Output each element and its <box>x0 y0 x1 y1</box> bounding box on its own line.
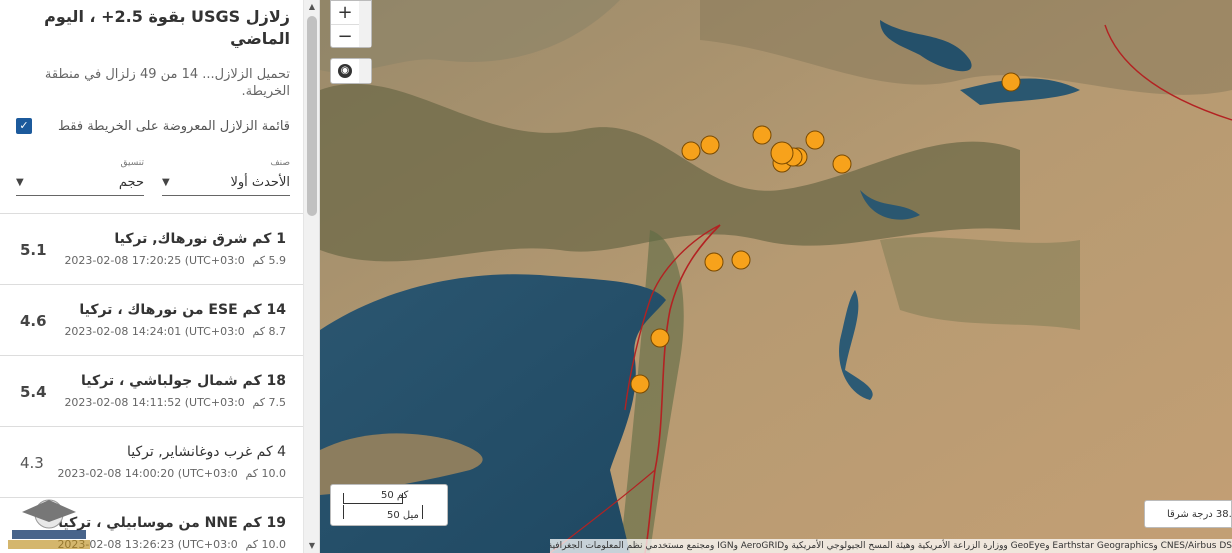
eq-depth: 10.0 كم <box>245 538 286 551</box>
eq-magnitude: 5.1 <box>20 241 47 259</box>
globe-icon: ◉ <box>338 64 352 78</box>
zoom-in-button[interactable]: + <box>331 1 359 25</box>
sidebar-content: زلازل USGS بقوة 2.5+ ، اليوم الماضي تحمي… <box>0 0 304 553</box>
scale-mi-label: 50 ميل <box>387 510 419 521</box>
eq-meta: 7.5 كم 2023-02-08 14:11:52 (UTC+03:00) <box>64 396 286 409</box>
list-item[interactable]: 4 كم غرب دوغانشاير, تركيا 10.0 كم 2023-0… <box>0 427 304 498</box>
list-item[interactable]: 1 كم شرق نورهاك, تركيا 5.9 كم 2023-02-08… <box>0 214 304 285</box>
eq-place: 4 كم غرب دوغانشاير, تركيا <box>126 444 286 460</box>
earthquake-marker[interactable] <box>805 130 825 150</box>
earthquake-marker[interactable] <box>700 135 720 155</box>
page-title: زلازل USGS بقوة 2.5+ ، اليوم الماضي <box>44 7 290 48</box>
list-item[interactable]: 18 كم شمال جولباشي ، تركيا 7.5 كم 2023-0… <box>0 356 304 427</box>
basemap-button[interactable]: ◉ <box>330 58 372 84</box>
map-attribution: CNES/Airbus DS وEarthstar Geographics وG… <box>550 539 1232 553</box>
eq-place: 14 كم ESE من نورهاك ، تركيا <box>79 302 286 318</box>
scroll-thumb[interactable] <box>307 16 317 216</box>
eq-meta: 10.0 كم 2023-02-08 14:00:20 (UTC+03:00) <box>57 467 286 480</box>
format-select[interactable]: حجم ▼ <box>16 170 144 196</box>
eq-time: 2023-02-08 14:00:20 (UTC+03:00) <box>57 467 238 480</box>
scale-bar: 50 كم 50 ميل <box>330 484 448 526</box>
eq-time: 2023-02-08 17:20:25 (UTC+03:00) <box>64 254 245 267</box>
earthquake-marker[interactable] <box>704 252 724 272</box>
scroll-up-icon[interactable]: ▲ <box>304 0 319 14</box>
sidebar-header: زلازل USGS بقوة 2.5+ ، اليوم الماضي تحمي… <box>0 0 304 196</box>
sidebar: زلازل USGS بقوة 2.5+ ، اليوم الماضي تحمي… <box>0 0 320 553</box>
map-view[interactable]: + − ◉ 50 كم 50 ميل 38.9° درجة شرقا CNES/… <box>320 0 1232 553</box>
eq-magnitude: 4.3 <box>20 454 44 472</box>
scale-km-bar <box>343 493 403 504</box>
status-text: تحميل الزلازل... 14 من 49 زلزال في منطقة… <box>44 67 290 99</box>
format-select-group: تنسيق حجم ▼ <box>16 158 144 196</box>
sort-select[interactable]: الأحدث أولا ▼ <box>162 170 290 196</box>
filter-checkbox-label: قائمة الزلازل المعروضة على الخريطة فقط <box>57 118 290 134</box>
satellite-basemap <box>320 0 1232 553</box>
filter-checkbox-row[interactable]: قائمة الزلازل المعروضة على الخريطة فقط ✓ <box>16 116 290 136</box>
eq-meta: 5.9 كم 2023-02-08 17:20:25 (UTC+03:00) <box>64 254 286 267</box>
eq-depth: 10.0 كم <box>245 467 286 480</box>
eq-meta: 8.7 كم 2023-02-08 14:24:01 (UTC+03:00) <box>64 325 286 338</box>
watermark-logo <box>8 499 90 549</box>
scale-km-label: 50 كم <box>381 490 409 501</box>
eq-place: 1 كم شرق نورهاك, تركيا <box>114 231 286 247</box>
zoom-out-button[interactable]: − <box>331 25 359 49</box>
chevron-down-icon: ▼ <box>16 177 24 188</box>
earthquake-marker[interactable] <box>752 125 772 145</box>
filter-checkbox[interactable]: ✓ <box>16 118 32 134</box>
basemap-scrollbar[interactable] <box>359 59 371 83</box>
eq-magnitude: 5.4 <box>20 383 47 401</box>
list-item[interactable]: 14 كم ESE من نورهاك ، تركيا 8.7 كم 2023-… <box>0 285 304 356</box>
coordinate-text: 38.9° درجة شرقا <box>1167 509 1232 520</box>
earthquake-marker[interactable] <box>1001 72 1021 92</box>
eq-time: 2023-02-08 14:11:52 (UTC+03:00) <box>64 396 245 409</box>
sort-label: صنف <box>270 158 290 168</box>
earthquake-marker[interactable] <box>650 328 670 348</box>
eq-depth: 5.9 كم <box>252 254 286 267</box>
eq-time: 2023-02-08 14:24:01 (UTC+03:00) <box>64 325 245 338</box>
format-label: تنسيق <box>120 158 144 168</box>
earthquake-marker[interactable] <box>832 154 852 174</box>
zoom-scrollbar[interactable] <box>359 1 371 47</box>
eq-magnitude: 4.6 <box>20 312 47 330</box>
chevron-down-icon: ▼ <box>162 177 170 188</box>
sort-select-group: صنف الأحدث أولا ▼ <box>162 158 290 196</box>
sidebar-scrollbar[interactable]: ▲ ▼ <box>303 0 319 553</box>
earthquake-marker[interactable] <box>770 141 794 165</box>
zoom-control: + − <box>330 0 372 48</box>
eq-depth: 7.5 كم <box>252 396 286 409</box>
scroll-down-icon[interactable]: ▼ <box>304 539 319 553</box>
list-controls: صنف الأحدث أولا ▼ تنسيق حجم ▼ <box>16 158 290 196</box>
earthquake-marker[interactable] <box>731 250 751 270</box>
eq-depth: 8.7 كم <box>252 325 286 338</box>
coordinate-readout: 38.9° درجة شرقا <box>1144 500 1232 528</box>
earthquake-marker[interactable] <box>681 141 701 161</box>
earthquake-marker[interactable] <box>630 374 650 394</box>
sort-value: الأحدث أولا <box>230 175 290 190</box>
format-value: حجم <box>118 175 144 190</box>
eq-place: 18 كم شمال جولباشي ، تركيا <box>81 373 286 389</box>
